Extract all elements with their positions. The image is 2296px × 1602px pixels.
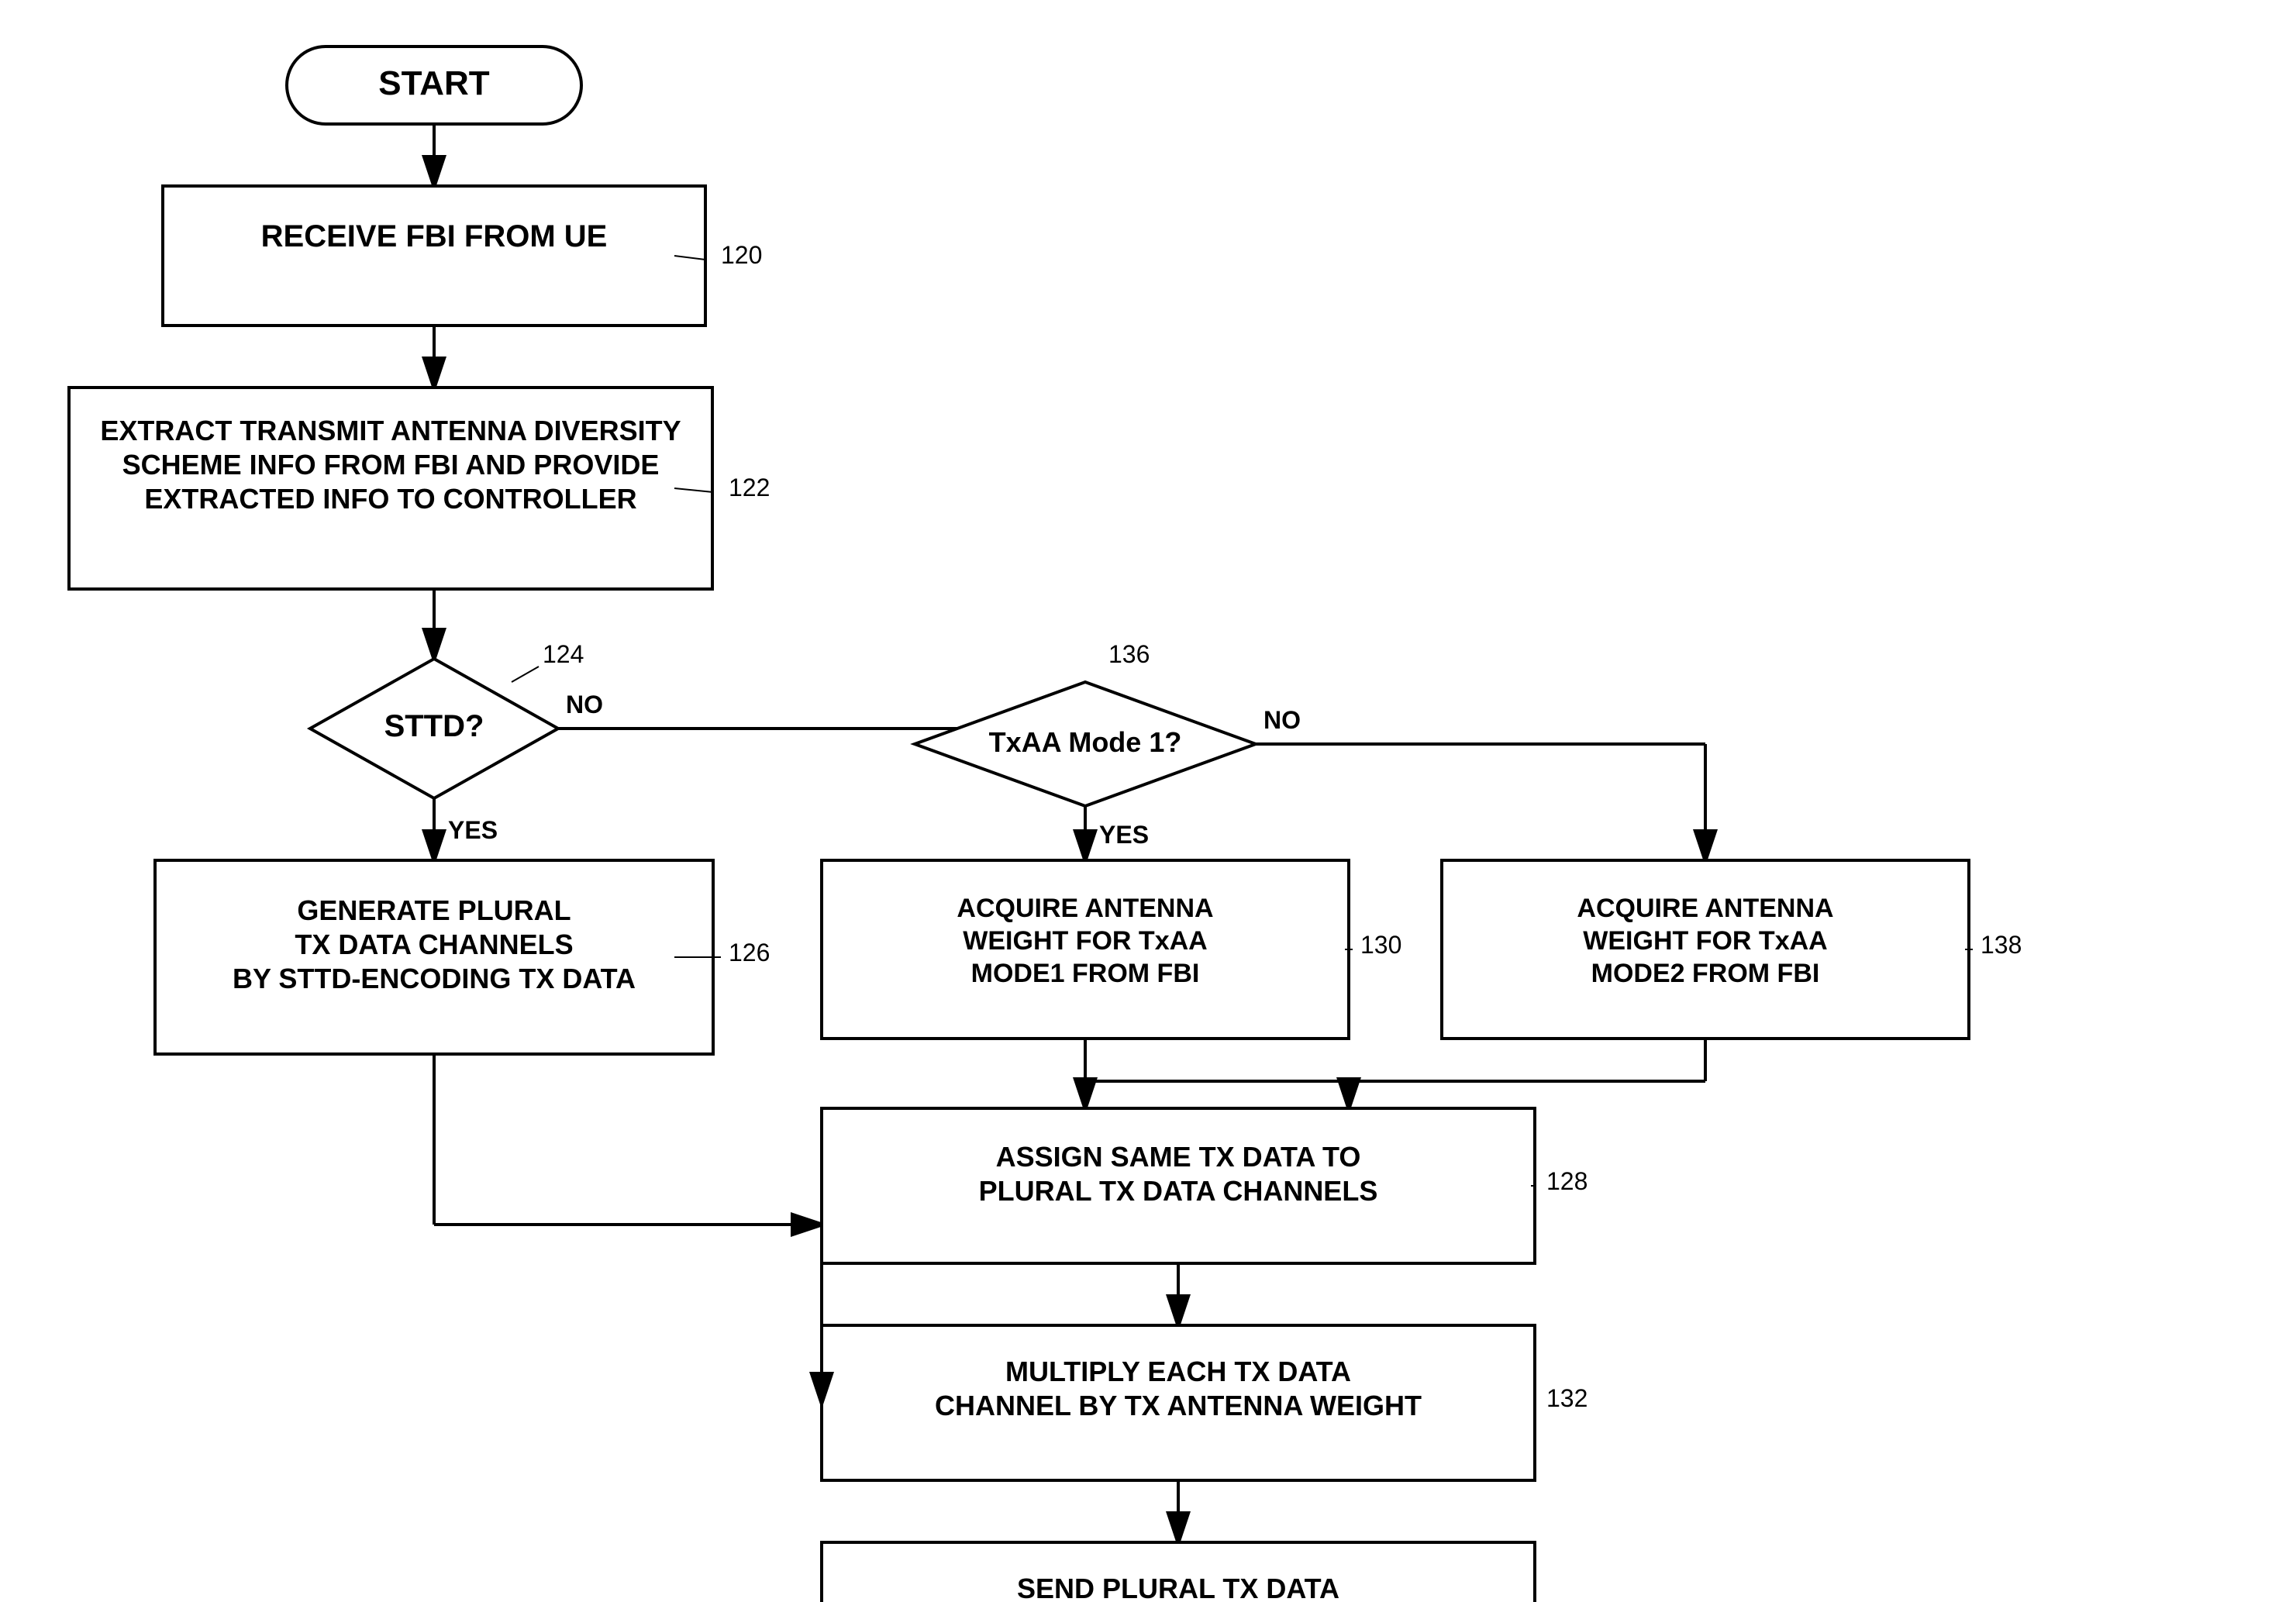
step138-text-1: ACQUIRE ANTENNA: [1577, 894, 1833, 923]
ref128: 128: [1546, 1167, 1588, 1195]
step138-text-3: MODE2 FROM FBI: [1591, 959, 1820, 988]
ref138: 138: [1981, 931, 2022, 959]
ref132: 132: [1546, 1384, 1588, 1412]
step122-text-1: EXTRACT TRANSMIT ANTENNA DIVERSITY: [100, 415, 681, 446]
step128-text-1: ASSIGN SAME TX DATA TO: [996, 1141, 1361, 1173]
ref126: 126: [729, 939, 770, 966]
step126-text-2: TX DATA CHANNELS: [295, 928, 573, 960]
yes-label-136: YES: [1099, 821, 1149, 849]
step122-text-3: EXTRACTED INFO TO CONTROLLER: [144, 483, 636, 515]
step132-text-2: CHANNEL BY TX ANTENNA WEIGHT: [935, 1390, 1422, 1421]
no-label-124: NO: [566, 691, 603, 718]
step132-text-1: MULTIPLY EACH TX DATA: [1005, 1356, 1351, 1387]
step124-text: STTD?: [384, 709, 484, 743]
ref136: 136: [1108, 640, 1150, 668]
step130-text-3: MODE1 FROM FBI: [971, 959, 1200, 988]
step130-text-1: ACQUIRE ANTENNA: [957, 894, 1213, 923]
yes-label-124: YES: [448, 816, 498, 844]
step126-text-1: GENERATE PLURAL: [297, 894, 571, 926]
step136-text: TxAA Mode 1?: [989, 726, 1182, 758]
ref122: 122: [729, 474, 770, 501]
step128-text-2: PLURAL TX DATA CHANNELS: [979, 1175, 1378, 1207]
ref120: 120: [721, 241, 762, 269]
step138-text-2: WEIGHT FOR TxAA: [1583, 926, 1827, 956]
no-label-136: NO: [1263, 706, 1301, 734]
step120-text: RECEIVE FBI FROM UE: [261, 219, 608, 253]
start-label: START: [378, 64, 490, 102]
step130-text-2: WEIGHT FOR TxAA: [963, 926, 1207, 956]
step126-text-3: BY STTD-ENCODING TX DATA: [233, 963, 636, 994]
step122-text-2: SCHEME INFO FROM FBI AND PROVIDE: [122, 449, 660, 481]
step134-text-1: SEND PLURAL TX DATA: [1017, 1573, 1339, 1602]
flowchart-diagram: START RECEIVE FBI FROM UE 120 EXTRACT TR…: [0, 0, 2296, 1602]
ref124: 124: [543, 640, 584, 668]
ref130: 130: [1360, 931, 1401, 959]
